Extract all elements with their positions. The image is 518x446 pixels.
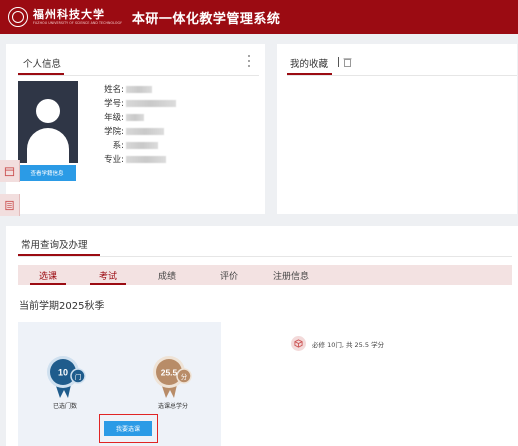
- redacted-value: [126, 85, 152, 93]
- common-query-card: 常用查询及办理 选课 考试 成绩 评价 注册信息 当前学期2025秋季 10 门: [6, 226, 518, 446]
- personal-info-title: 个人信息: [23, 59, 62, 70]
- redacted-value: [126, 141, 158, 149]
- favorites-separator: [338, 57, 339, 67]
- info-label: 学院:: [104, 127, 124, 137]
- tab-grades[interactable]: 成绩: [149, 265, 185, 285]
- common-query-title: 常用查询及办理: [21, 240, 88, 251]
- school-logo[interactable]: 福州科技大学 FUZHOU UNIVERSITY OF SCIENCE AND …: [8, 7, 122, 27]
- total-credits-label: 选课总学分: [157, 403, 188, 410]
- personal-info-card: 个人信息 查看学籍信息 姓名: 学号: 年级: 学院: 系: 专业:: [6, 44, 265, 214]
- document-list-icon: [5, 200, 14, 210]
- info-row-department: 系:: [76, 139, 216, 151]
- course-selection-panel: 10 门 已选门数 25.5 分 选课总学分 我要选课: [18, 322, 221, 446]
- trash-icon[interactable]: [343, 57, 352, 67]
- view-student-record-button[interactable]: 查看学籍信息: [18, 165, 76, 181]
- selected-count-value: 10: [58, 368, 68, 378]
- system-title: 本研一体化教学管理系统: [131, 11, 281, 27]
- tab-label: 注册信息: [272, 271, 309, 282]
- tab-course-selection[interactable]: 选课: [30, 265, 66, 285]
- tab-label: 评价: [219, 271, 238, 282]
- school-name-en: FUZHOU UNIVERSITY OF SCIENCE AND TECHNOL…: [33, 21, 122, 25]
- tab-registration-info[interactable]: 注册信息: [263, 265, 319, 285]
- redacted-value: [126, 127, 164, 135]
- choose-courses-button[interactable]: 我要选课: [104, 421, 152, 436]
- selected-count-unit: 门: [75, 372, 82, 381]
- more-vertical-icon[interactable]: [247, 55, 251, 67]
- redacted-value: [126, 155, 166, 163]
- info-row-name: 姓名:: [76, 83, 216, 95]
- info-label: 专业:: [104, 155, 124, 165]
- favorites-divider: [287, 75, 517, 76]
- info-row-student-id: 学号:: [76, 97, 216, 109]
- info-row-college: 学院:: [76, 125, 216, 137]
- school-name: 福州科技大学: [33, 8, 105, 21]
- common-query-divider: [18, 256, 512, 257]
- cube-icon: [291, 336, 306, 351]
- total-credits-badge-icon: 25.5 分: [153, 356, 192, 398]
- tab-exam[interactable]: 考试: [90, 265, 126, 285]
- redacted-value: [126, 113, 144, 121]
- current-term: 当前学期2025秋季: [19, 301, 105, 312]
- calendar-icon: [4, 166, 15, 176]
- info-row-grade: 年级:: [76, 111, 216, 123]
- selected-count-badge-icon: 10 门: [47, 356, 86, 398]
- tab-label: 成绩: [157, 271, 176, 282]
- personal-info-divider: [18, 75, 259, 76]
- tab-label: 选课: [38, 271, 57, 282]
- selected-count-label: 已选门数: [52, 403, 77, 410]
- favorites-card: 我的收藏: [277, 44, 517, 214]
- total-credits-unit: 分: [181, 372, 188, 381]
- info-label: 年级:: [104, 113, 124, 123]
- course-summary-text: 必修 10门, 共 25.5 学分: [312, 340, 385, 349]
- info-label: 姓名:: [104, 85, 124, 95]
- total-credits-value: 25.5: [161, 368, 178, 378]
- tab-label: 考试: [98, 271, 117, 282]
- info-label: 学号:: [104, 99, 124, 109]
- query-tab-bar: 选课 考试 成绩 评价 注册信息: [18, 265, 512, 285]
- sidebar-tab-calendar[interactable]: [0, 160, 20, 182]
- school-seal-icon: [8, 7, 28, 27]
- redacted-value: [126, 99, 176, 107]
- tab-evaluation[interactable]: 评价: [211, 265, 247, 285]
- top-header-bar: 福州科技大学 FUZHOU UNIVERSITY OF SCIENCE AND …: [0, 0, 518, 34]
- avatar: [18, 81, 78, 163]
- favorites-title: 我的收藏: [290, 59, 329, 70]
- info-row-major: 专业:: [76, 153, 216, 165]
- sidebar-tab-documents[interactable]: [0, 194, 20, 216]
- course-summary: 必修 10门, 共 25.5 学分: [291, 336, 384, 351]
- info-label: 系:: [112, 141, 124, 151]
